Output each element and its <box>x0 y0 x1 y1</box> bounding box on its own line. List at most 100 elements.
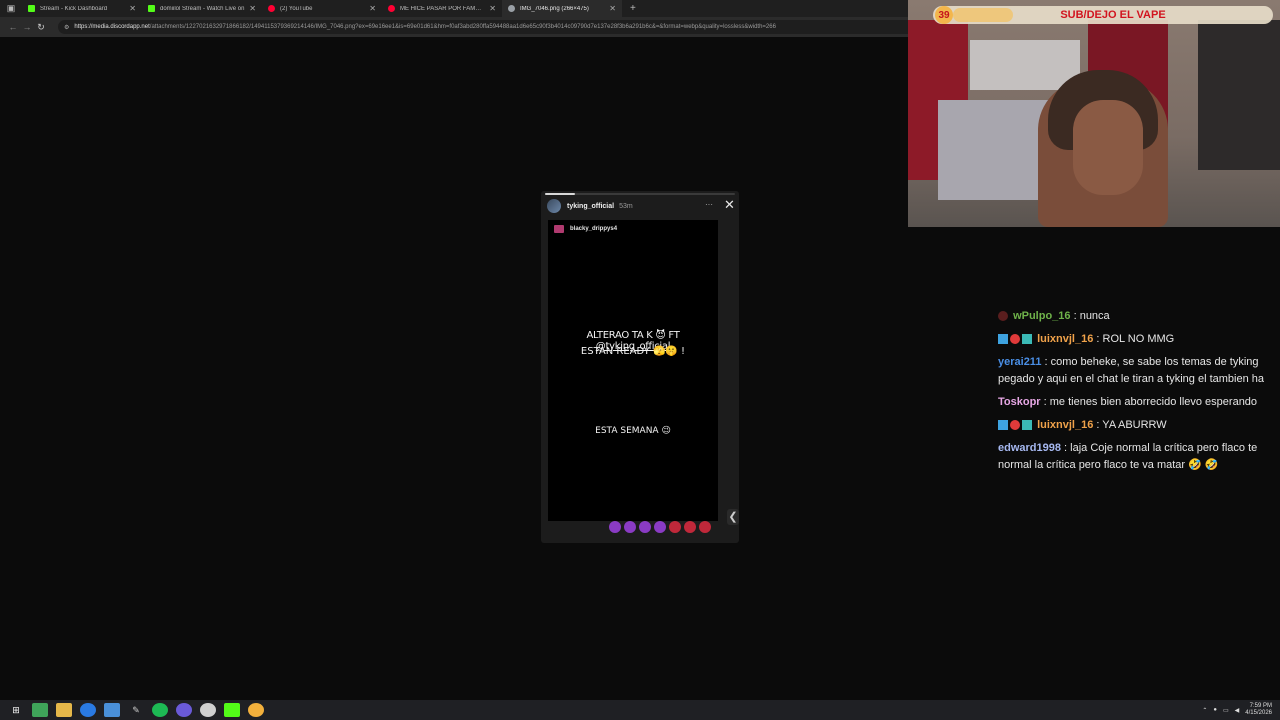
discord-icon[interactable] <box>176 703 192 717</box>
devil-emoji-icon[interactable] <box>654 521 666 533</box>
chat-message: edward1998 : laja Coje normal la crítica… <box>998 437 1280 477</box>
edge-icon[interactable] <box>80 703 96 717</box>
kick-app-icon[interactable] <box>224 703 240 717</box>
windows-start-icon[interactable]: ⊞ <box>8 703 24 717</box>
url-input[interactable]: ⚙ https://media.discordapp.net/attachmen… <box>58 20 958 34</box>
close-icon[interactable]: ✕ <box>724 198 735 211</box>
angry-devil-emoji-icon[interactable] <box>669 521 681 533</box>
chat-message: yerai211 : como beheke, se sabe los tema… <box>998 351 1280 391</box>
story-age: 53m <box>619 202 633 210</box>
site-info-icon[interactable]: ⚙ <box>64 24 69 31</box>
network-icon[interactable]: ▭ <box>1223 707 1229 714</box>
story-viewer: tyking_official 53m ··· ✕ blacky_drippys… <box>541 191 739 543</box>
avatar[interactable] <box>547 199 561 213</box>
gift-badge-icon <box>1022 334 1032 345</box>
volume-icon[interactable]: ◀ <box>1235 707 1240 714</box>
tab-close-icon[interactable]: ✕ <box>609 4 616 13</box>
story-text: ALTERAO TA K 😈 FT <box>586 330 680 341</box>
tab-label: (2) YouTube <box>280 5 313 12</box>
window-menu-icon[interactable]: ▣ <box>0 0 22 17</box>
kick-icon <box>148 5 155 12</box>
subscriber-badge-icon <box>1010 420 1020 431</box>
sub-goal-count: 39 <box>935 6 953 24</box>
tab-close-icon[interactable]: ✕ <box>489 4 496 13</box>
spotify-icon[interactable] <box>152 703 168 717</box>
reshare-header[interactable]: blacky_drippys4 <box>554 225 617 233</box>
chat-overlay: wPulpo_16 : nunca luixnvjl_16 : ROL NO M… <box>998 305 1280 475</box>
moderator-badge-icon <box>998 420 1008 431</box>
tab-youtube[interactable]: (2) YouTube ✕ <box>262 0 382 17</box>
badge-icon <box>998 311 1008 322</box>
microphone-icon[interactable]: ● <box>1213 707 1217 713</box>
gift-badge-icon <box>1022 420 1032 431</box>
file-explorer-icon[interactable] <box>56 703 72 717</box>
tab-image[interactable]: IMG_7046.png (266×475) ✕ <box>502 0 622 17</box>
obs-icon[interactable] <box>200 703 216 717</box>
pen-icon[interactable]: ✎ <box>128 703 144 717</box>
clock-time: 7:59 PM <box>1249 703 1272 709</box>
chat-username: luixnvjl_16 <box>1037 419 1094 431</box>
tab-close-icon[interactable]: ✕ <box>129 4 136 13</box>
angry-devil-emoji-icon[interactable] <box>699 521 711 533</box>
desktop: ▣ Stream - Kick Dashboard ✕ domiilol Str… <box>0 0 1280 720</box>
chevron-up-icon[interactable]: ⌃ <box>1202 707 1207 714</box>
sub-goal-banner: 39 SUB/DEJO EL VAPE <box>933 6 1273 24</box>
tab-close-icon[interactable]: ✕ <box>369 4 376 13</box>
chat-message: Toskopr : me tienes bien aborrecido llev… <box>998 391 1280 414</box>
chat-message: wPulpo_16 : nunca <box>998 305 1280 328</box>
tab-label: ME HICE PASAR POR FAMOSOS <box>400 5 486 12</box>
clock-date: 4/15/2026 <box>1245 710 1272 716</box>
chat-text: : YA ABURRW <box>1093 419 1167 431</box>
chrome-icon[interactable] <box>248 703 264 717</box>
story-text-line-3: ESTA SEMANA 😉 <box>595 426 671 436</box>
chat-text: : nunca <box>1070 310 1110 322</box>
clock[interactable]: 7:59 PM 4/15/2026 <box>1245 703 1272 717</box>
story-username[interactable]: tyking_official <box>567 203 614 210</box>
subscriber-badge-icon <box>1010 334 1020 345</box>
back-arrow-icon[interactable]: ← <box>6 22 20 32</box>
chat-username: wPulpo_16 <box>1013 310 1071 322</box>
taskbar: ⊞ ✎ ⌃ ● ▭ ◀ 7:59 PM 4/15/2026 <box>0 700 1280 720</box>
chat-message: luixnvjl_16 : YA ABURRW <box>998 414 1280 437</box>
chat-username: luixnvjl_16 <box>1037 333 1094 345</box>
story-progress-bar <box>545 193 735 195</box>
chat-text: : me tienes bien aborrecido llevo espera… <box>1040 396 1258 408</box>
tab-close-icon[interactable]: ✕ <box>249 4 256 13</box>
reload-icon[interactable]: ↻ <box>34 22 48 33</box>
devil-emoji-icon[interactable] <box>624 521 636 533</box>
devil-emoji-icon[interactable] <box>639 521 651 533</box>
next-story-button[interactable]: ❮ <box>727 509 739 525</box>
tab-domiilol-stream[interactable]: domiilol Stream - Watch Live on ✕ <box>142 0 262 17</box>
more-options-icon[interactable]: ··· <box>705 200 713 209</box>
mention-avatar <box>554 225 564 233</box>
moderator-badge-icon <box>998 334 1008 345</box>
youtube-icon <box>388 5 395 12</box>
app-icon[interactable] <box>32 703 48 717</box>
kick-icon <box>28 5 35 12</box>
webcam-overlay: 39 SUB/DEJO EL VAPE <box>908 0 1280 227</box>
forward-arrow-icon[interactable]: → <box>20 22 34 32</box>
chat-username: yerai211 <box>998 356 1042 368</box>
reaction-emojis <box>609 520 719 534</box>
system-tray: ⌃ ● ▭ ◀ 7:59 PM 4/15/2026 <box>1202 700 1272 720</box>
tab-youtube-video[interactable]: ME HICE PASAR POR FAMOSOS ✕ <box>382 0 502 17</box>
tab-kick-dashboard[interactable]: Stream - Kick Dashboard ✕ <box>22 0 142 17</box>
chat-text: : ROL NO MMG <box>1093 333 1175 345</box>
story-text-line-2: ESTAN READY 🫣🤫 ! <box>580 346 686 357</box>
globe-icon <box>508 5 515 12</box>
chat-message: luixnvjl_16 : ROL NO MMG <box>998 328 1280 351</box>
story-media: blacky_drippys4 ALTERAO TA K 😈 FT @tykin… <box>548 220 718 521</box>
devil-emoji-icon[interactable] <box>609 521 621 533</box>
url-host: https://media.discordapp.net <box>74 24 150 30</box>
new-tab-button[interactable]: + <box>622 3 644 14</box>
angry-devil-emoji-icon[interactable] <box>684 521 696 533</box>
tab-label: Stream - Kick Dashboard <box>40 5 108 12</box>
chat-username: edward1998 <box>998 442 1061 454</box>
tab-label: domiilol Stream - Watch Live on <box>160 5 245 12</box>
youtube-icon <box>268 5 275 12</box>
store-icon[interactable] <box>104 703 120 717</box>
tab-label: IMG_7046.png (266×475) <box>520 5 589 12</box>
chat-username: Toskopr <box>998 396 1041 408</box>
mention-username: blacky_drippys4 <box>570 226 618 232</box>
url-path: /attachments/1227021632971866182/1494115… <box>149 24 776 30</box>
